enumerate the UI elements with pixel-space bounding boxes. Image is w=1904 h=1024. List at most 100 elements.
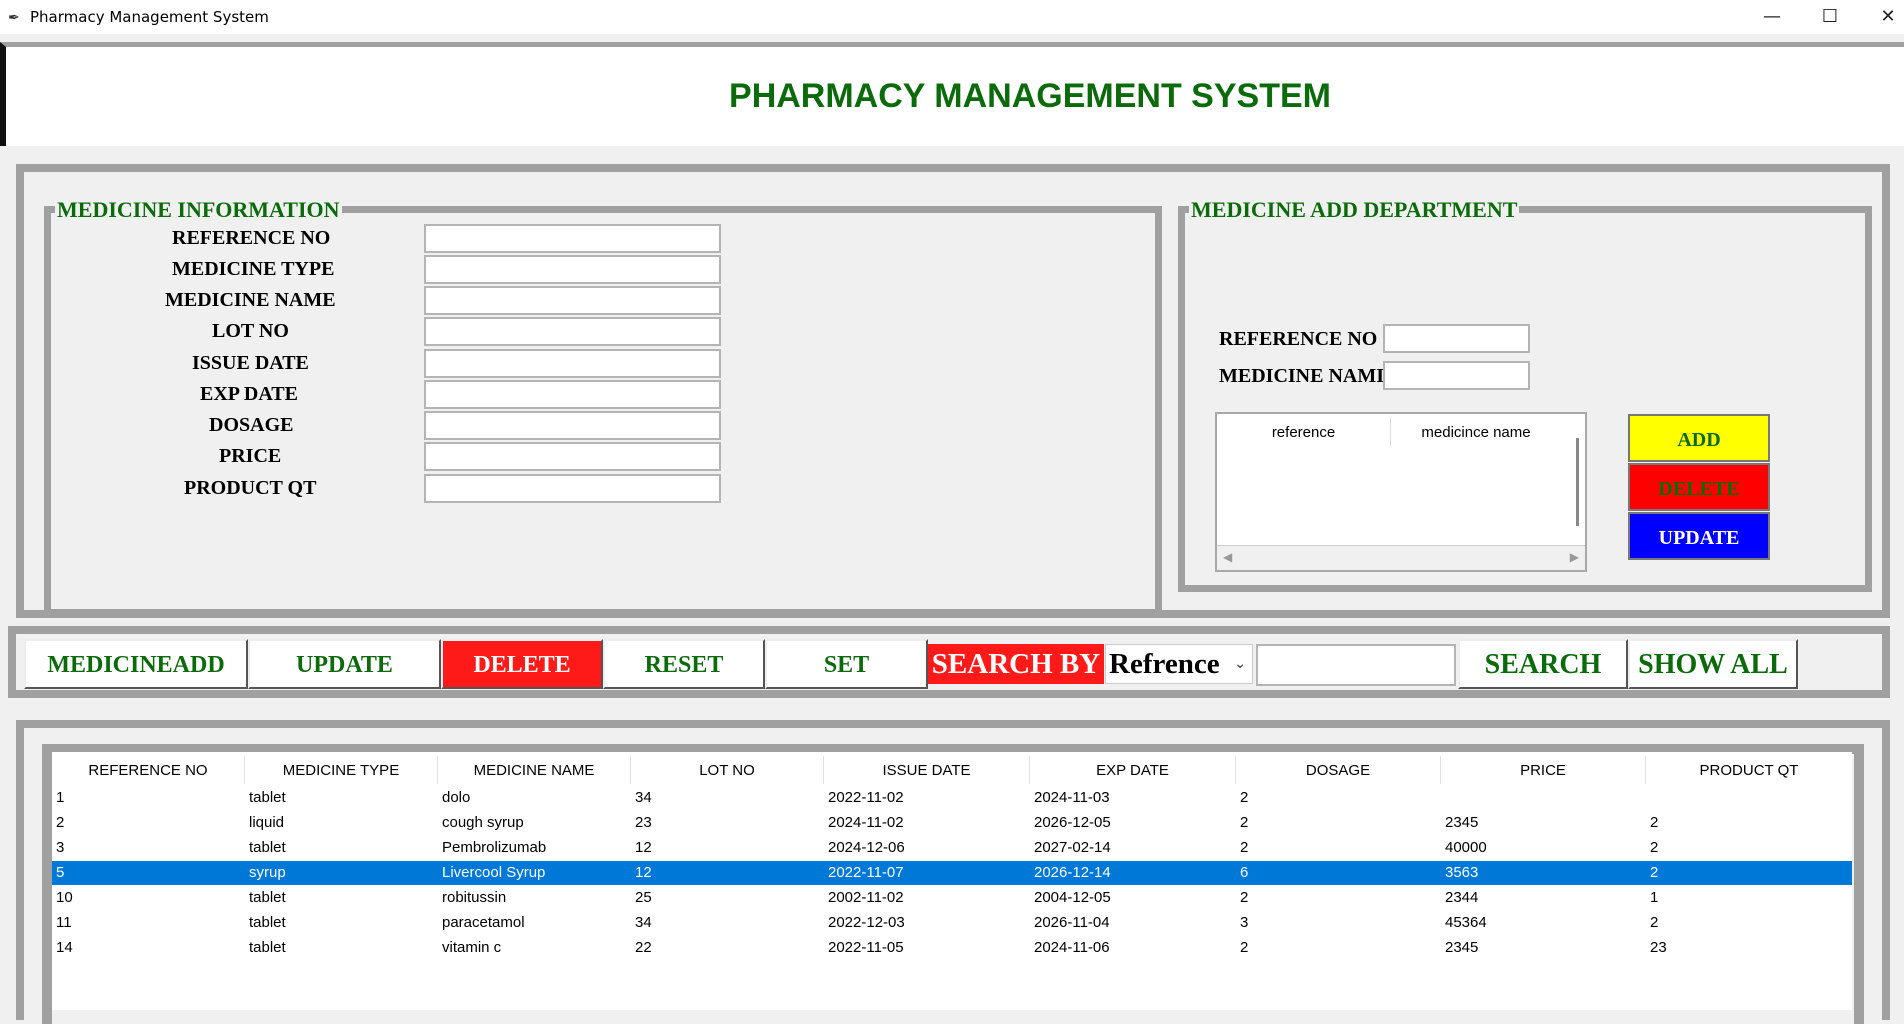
- chevron-down-icon[interactable]: ⌄: [1234, 645, 1246, 683]
- search-by-select[interactable]: Refrence ⌄: [1105, 644, 1253, 684]
- column-header-product-qt[interactable]: PRODUCT QT: [1646, 762, 1852, 779]
- table-row-selected[interactable]: 5 syrup Livercool Syrup 12 2022-11-07 20…: [52, 861, 1852, 885]
- cell-medicine-name: Pembrolizumab: [442, 839, 547, 856]
- column-header-price[interactable]: PRICE: [1441, 762, 1645, 779]
- medicine-name-label: MEDICINE NAME: [165, 289, 336, 311]
- cell-price: 2345: [1445, 814, 1479, 831]
- cell-exp-date: 2024-11-03: [1034, 789, 1110, 806]
- cell-lot-no: 12: [635, 839, 652, 856]
- table-row[interactable]: 14 tablet vitamin c 22 2022-11-05 2024-1…: [52, 936, 1852, 960]
- medicine-type-label: MEDICINE TYPE: [172, 258, 335, 280]
- issue-date-input[interactable]: [424, 349, 721, 378]
- cell-medicine-type: tablet: [249, 939, 286, 956]
- table-row[interactable]: 10 tablet robitussin 25 2002-11-02 2004-…: [52, 886, 1852, 910]
- horizontal-scrollbar[interactable]: ◀ ▶: [1217, 545, 1585, 570]
- medicineadd-button[interactable]: MEDICINEADD: [24, 639, 248, 689]
- dosage-input[interactable]: [424, 411, 721, 440]
- add-reference-no-input[interactable]: [1383, 324, 1530, 353]
- add-button[interactable]: ADD: [1628, 414, 1770, 462]
- medicine-name-input[interactable]: [424, 286, 721, 315]
- cell-medicine-name: Livercool Syrup: [442, 864, 546, 881]
- table-row[interactable]: 1 tablet dolo 34 2022-11-02 2024-11-03 2: [52, 786, 1852, 810]
- cell-dosage: 2: [1240, 814, 1249, 831]
- cell-price: 2345: [1445, 939, 1479, 956]
- cell-lot-no: 25: [635, 889, 652, 906]
- price-label: PRICE: [219, 445, 282, 467]
- cell-exp-date: 2027-02-14: [1034, 839, 1111, 856]
- show-all-button[interactable]: SHOW ALL: [1628, 639, 1798, 689]
- cell-lot-no: 23: [635, 814, 652, 831]
- medicine-add-table[interactable]: reference medicince name ◀ ▶: [1215, 412, 1587, 572]
- medicine-type-input[interactable]: [424, 255, 721, 284]
- reference-column-header[interactable]: reference: [1217, 424, 1390, 441]
- reference-no-input[interactable]: [424, 224, 721, 253]
- minimize-button[interactable]: —: [1744, 0, 1800, 34]
- medicine-table[interactable]: REFERENCE NO MEDICINE TYPE MEDICINE NAME…: [52, 752, 1852, 1010]
- cell-medicine-type: syrup: [249, 864, 286, 881]
- medicine-name-column-header[interactable]: medicince name: [1391, 424, 1561, 441]
- table-row[interactable]: 3 tablet Pembrolizumab 12 2024-12-06 202…: [52, 836, 1852, 860]
- cell-dosage: 3: [1240, 914, 1249, 931]
- cell-price: 3563: [1445, 864, 1479, 881]
- cell-price: 2344: [1445, 889, 1479, 906]
- cell-issue-date: 2024-12-06: [828, 839, 905, 856]
- cell-product-qt: 2: [1650, 914, 1659, 931]
- cell-product-qt: 1: [1650, 889, 1659, 906]
- issue-date-label: ISSUE DATE: [192, 352, 309, 374]
- set-button[interactable]: SET: [765, 639, 928, 689]
- scroll-left-icon[interactable]: ◀: [1223, 550, 1232, 564]
- add-reference-no-label: REFERENCE NO: [1219, 328, 1378, 350]
- scroll-right-icon[interactable]: ▶: [1570, 550, 1579, 564]
- cell-product-qt: 2: [1650, 839, 1659, 856]
- vertical-scrollbar[interactable]: [1576, 438, 1579, 526]
- cell-reference-no: 11: [56, 914, 72, 931]
- cell-exp-date: 2026-12-05: [1034, 814, 1111, 831]
- cell-medicine-name: dolo: [442, 789, 471, 806]
- column-header-issue-date[interactable]: ISSUE DATE: [824, 762, 1029, 779]
- product-qt-input[interactable]: [424, 474, 721, 503]
- column-header-exp-date[interactable]: EXP DATE: [1030, 762, 1235, 779]
- cell-medicine-name: robitussin: [442, 889, 507, 906]
- cell-product-qt: 23: [1650, 939, 1667, 956]
- column-header-lot-no[interactable]: LOT NO: [631, 762, 823, 779]
- close-button[interactable]: ✕: [1860, 0, 1904, 34]
- window-title: Pharmacy Management System: [30, 8, 269, 26]
- column-header-medicine-name[interactable]: MEDICINE NAME: [438, 762, 630, 779]
- cell-issue-date: 2022-11-07: [828, 864, 904, 881]
- cell-reference-no: 2: [56, 814, 65, 831]
- lot-no-input[interactable]: [424, 317, 721, 346]
- cell-price: 40000: [1445, 839, 1487, 856]
- delete-side-button[interactable]: DELETE: [1628, 463, 1770, 511]
- cell-lot-no: 12: [635, 864, 652, 881]
- maximize-button[interactable]: ☐: [1802, 0, 1858, 34]
- cell-issue-date: 2002-11-02: [828, 889, 904, 906]
- cell-dosage: 2: [1240, 889, 1249, 906]
- cell-medicine-type: tablet: [249, 789, 286, 806]
- column-header-reference-no[interactable]: REFERENCE NO: [52, 762, 244, 779]
- cell-medicine-type: tablet: [249, 914, 286, 931]
- update-button[interactable]: UPDATE: [248, 639, 441, 689]
- delete-button[interactable]: DELETE: [441, 639, 603, 689]
- search-button[interactable]: SEARCH: [1458, 639, 1628, 689]
- cell-product-qt: 2: [1650, 814, 1659, 831]
- table-row[interactable]: 11 tablet paracetamol 34 2022-12-03 2026…: [52, 911, 1852, 935]
- header-panel: PHARMACY MANAGEMENT SYSTEM: [0, 42, 1904, 146]
- add-medicine-name-input[interactable]: [1383, 361, 1530, 390]
- dosage-label: DOSAGE: [209, 414, 294, 436]
- price-input[interactable]: [424, 442, 721, 471]
- search-by-value: Refrence: [1109, 648, 1220, 680]
- cell-reference-no: 3: [56, 839, 65, 856]
- column-header-medicine-type[interactable]: MEDICINE TYPE: [245, 762, 437, 779]
- search-by-label: SEARCH BY: [928, 644, 1104, 684]
- cell-dosage: 6: [1240, 864, 1249, 881]
- column-header-dosage[interactable]: DOSAGE: [1236, 762, 1440, 779]
- reset-button[interactable]: RESET: [603, 639, 765, 689]
- table-row[interactable]: 2 liquid cough syrup 23 2024-11-02 2026-…: [52, 811, 1852, 835]
- cell-exp-date: 2004-12-05: [1034, 889, 1111, 906]
- cell-medicine-name: cough syrup: [442, 814, 524, 831]
- search-input[interactable]: [1256, 644, 1456, 686]
- cell-issue-date: 2024-11-02: [828, 814, 904, 831]
- exp-date-input[interactable]: [424, 380, 721, 409]
- update-side-button[interactable]: UPDATE: [1628, 512, 1770, 560]
- cell-dosage: 2: [1240, 839, 1249, 856]
